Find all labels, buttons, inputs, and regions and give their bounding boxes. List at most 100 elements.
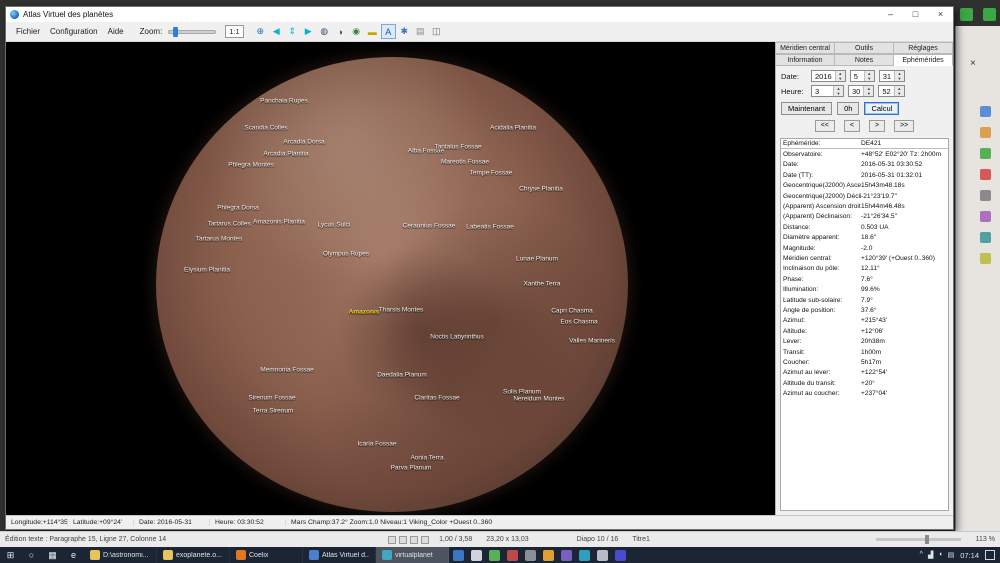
ephemeris-row[interactable]: Date: 2016-05-31 03:30:52 — [781, 160, 948, 170]
hidden-icons-chevron[interactable]: ^ — [920, 551, 923, 559]
date-spinner-0-down-icon[interactable]: ▼ — [835, 76, 845, 81]
document-icon[interactable]: ▤ — [413, 24, 428, 39]
zoom-slider[interactable] — [168, 26, 217, 37]
mars-feature-label[interactable]: Nereidum Montes — [513, 396, 564, 403]
mars-feature-label[interactable]: Capri Chasma — [551, 308, 593, 315]
mars-feature-label[interactable]: Acidalia Planitia — [490, 125, 536, 132]
globe-grid-icon[interactable]: ◍ — [317, 24, 332, 39]
ephemeris-row[interactable]: Altitude: +12°06' — [781, 326, 948, 336]
ephemeris-row[interactable]: Distance: 0.503 UA — [781, 222, 948, 232]
mars-feature-label[interactable]: Amazonis — [349, 309, 380, 316]
fit-page-icon[interactable] — [421, 535, 430, 544]
ephemeris-row[interactable]: Ephéméride: DE421 — [781, 139, 948, 150]
grid-view-icon[interactable] — [410, 535, 419, 544]
ephemeris-row[interactable]: Date (TT): 2016-05-31 01:32:01 — [781, 170, 948, 180]
button-calcul[interactable]: Calcul — [864, 102, 900, 115]
ephemeris-row[interactable]: Azimut au lever: +122°54' — [781, 368, 948, 378]
taskbar-pinned-icon-4[interactable] — [521, 547, 539, 563]
maximize-button[interactable]: □ — [903, 7, 928, 22]
taskbar-app-coelix[interactable]: Coelix — [230, 547, 303, 563]
taskbar-pinned-icon-3[interactable] — [503, 547, 521, 563]
camera-icon[interactable]: ◫ — [429, 24, 444, 39]
taskbar-pinned-icon-8[interactable] — [593, 547, 611, 563]
recenter-globe-icon[interactable]: ⊕ — [253, 24, 268, 39]
sidebar-panel-icon-0[interactable] — [980, 106, 991, 117]
globe-dark-icon[interactable]: ◑ — [333, 24, 348, 39]
ephemeris-row[interactable]: Altitude du transit: +20° — [781, 378, 948, 388]
tab-outils[interactable]: Outils — [835, 42, 894, 54]
search-icon[interactable]: ○ — [21, 547, 42, 563]
ephemeris-row[interactable]: Azimut au coucher: +237°04' — [781, 388, 948, 398]
desktop-shortcut-icon[interactable] — [960, 8, 973, 21]
mars-feature-label[interactable]: Sirenum Fossae — [248, 395, 295, 402]
language-icon[interactable]: ▤ — [948, 551, 955, 559]
mars-feature-label[interactable]: Tantalus Fossae — [434, 144, 481, 151]
nav-button-0[interactable]: << — [814, 120, 835, 132]
mars-feature-label[interactable]: Daedalia Planum — [377, 372, 427, 379]
taskbar-pinned-icon-7[interactable] — [575, 547, 593, 563]
volume-icon[interactable]: ◖ — [938, 551, 942, 559]
menu-item-fichier[interactable]: Fichier — [11, 27, 45, 36]
sidebar-panel-icon-7[interactable] — [980, 253, 991, 264]
mars-feature-label[interactable]: Parva Planum — [391, 465, 432, 472]
nav-button-2[interactable]: > — [869, 120, 886, 132]
title-bar[interactable]: Atlas Virtuel des planètes – □ × — [6, 7, 953, 22]
mars-feature-label[interactable]: Arcadia Dorsa — [283, 139, 324, 146]
pan-right-icon[interactable]: ▶ — [301, 24, 316, 39]
impress-zoom-slider[interactable] — [876, 535, 961, 544]
ephemeris-row[interactable]: Inclinaison du pôle: 12.11° — [781, 264, 948, 274]
mars-feature-label[interactable]: Amazonis Planitia — [253, 219, 305, 226]
sidebar-panel-icon-1[interactable] — [980, 127, 991, 138]
start-button[interactable]: ⊞ — [0, 547, 21, 563]
mars-feature-label[interactable]: Elysium Planitia — [184, 267, 230, 274]
desktop-shortcut-icon[interactable] — [983, 8, 996, 21]
mars-feature-label[interactable]: Ceraunius Fossae — [403, 223, 456, 230]
date-spinner-0[interactable]: 2016 ▲ ▼ — [811, 70, 846, 82]
tab-notes[interactable]: Notes — [835, 54, 894, 66]
clock[interactable]: 07:14 — [960, 551, 979, 560]
network-icon[interactable]: ▟ — [928, 551, 933, 559]
mars-feature-label[interactable]: Terra Sirenum — [253, 408, 294, 415]
heure-spinner-1[interactable]: 30 ▲ ▼ — [848, 85, 875, 97]
menu-item-aide[interactable]: Aide — [103, 27, 129, 36]
taskbar-app-d-astronomi[interactable]: D:\astronomi... — [84, 547, 157, 563]
nav-button-3[interactable]: >> — [894, 120, 915, 132]
taskbar-pinned-icon-2[interactable] — [485, 547, 503, 563]
mars-feature-label[interactable]: Mareotis Fossae — [441, 159, 489, 166]
mars-feature-label[interactable]: Valles Marineris — [569, 338, 615, 345]
taskbar-app-atlas-virtuel-d[interactable]: Atlas Virtuel d... — [303, 547, 376, 563]
taskbar-app-exoplanete-o[interactable]: exoplanete.o... — [157, 547, 230, 563]
ephemeris-row[interactable]: Coucher: 5h17m — [781, 357, 948, 367]
ephemeris-row[interactable]: (Apparent) Déclinaison: -21°26'34.5" — [781, 212, 948, 222]
mars-map-view[interactable]: Panchaia Rupes Scandia Colles Arcadia Dors… — [6, 42, 775, 515]
ephemeris-row[interactable]: Illumination: 99.6% — [781, 284, 948, 294]
mars-feature-label[interactable]: Tharsis Montes — [379, 307, 423, 314]
mars-feature-label[interactable]: Phlegra Montes — [228, 162, 274, 169]
layout-view-icon[interactable] — [399, 535, 408, 544]
ephemeris-row[interactable]: Geocentrique(J2000) Déclin -21°23'19.7" — [781, 191, 948, 201]
edge-icon[interactable]: e — [63, 547, 84, 563]
heure-spinner-1-down-icon[interactable]: ▼ — [864, 91, 874, 96]
ephemeris-row[interactable]: Angle de position: 37.6° — [781, 305, 948, 315]
mars-feature-label[interactable]: Tartarus Colles — [207, 221, 250, 228]
sidebar-panel-icon-4[interactable] — [980, 190, 991, 201]
taskbar-pinned-icon-6[interactable] — [557, 547, 575, 563]
minimize-button[interactable]: – — [878, 7, 903, 22]
measure-icon[interactable]: ▬ — [365, 24, 380, 39]
mars-feature-label[interactable]: Solis Planum — [503, 389, 541, 396]
mars-feature-label[interactable]: Memnonia Fossae — [260, 367, 313, 374]
taskbar-pinned-icon-1[interactable] — [467, 547, 485, 563]
tab-r-glages[interactable]: Réglages — [894, 42, 953, 54]
globe-color-icon[interactable]: ◉ — [349, 24, 364, 39]
heure-spinner-2-down-icon[interactable]: ▼ — [894, 91, 904, 96]
ephemeris-row[interactable]: Méridien central: +120°39' (+Ouest 0..360… — [781, 253, 948, 263]
menu-item-configuration[interactable]: Configuration — [45, 27, 103, 36]
taskbar-pinned-icon-9[interactable] — [611, 547, 629, 563]
impress-zoom-thumb[interactable] — [925, 535, 930, 544]
mars-feature-label[interactable]: Aonia Terra — [410, 455, 443, 462]
ephemeris-row[interactable]: Latitude sub-solaire: 7.9° — [781, 295, 948, 305]
mars-feature-label[interactable]: Claritas Fossae — [414, 395, 459, 402]
mars-feature-label[interactable]: Lunae Planum — [516, 256, 558, 263]
settings-gear-icon[interactable]: ✱ — [397, 24, 412, 39]
button-maintenant[interactable]: Maintenant — [781, 102, 833, 115]
